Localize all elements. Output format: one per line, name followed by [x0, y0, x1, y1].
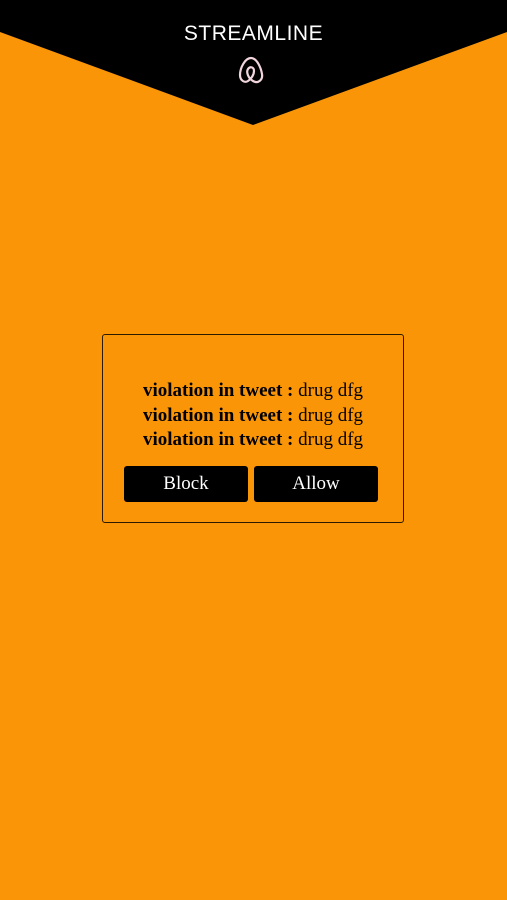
violation-value: drug dfg: [298, 404, 364, 426]
violation-dialog: violation in tweet : drug dfg violation …: [102, 334, 404, 523]
violation-label: violation in tweet :: [142, 429, 294, 450]
violation-list: violation in tweet : drug dfg violation …: [103, 379, 403, 453]
app-title: STREAMLINE: [183, 22, 324, 45]
violation-label: violation in tweet :: [142, 404, 294, 426]
violation-row: violation in tweet : drug dfg: [103, 428, 403, 453]
violation-row: violation in tweet : drug dfg: [103, 379, 403, 404]
violation-row: violation in tweet : drug dfg: [103, 404, 403, 429]
violation-value: drug dfg: [298, 429, 364, 450]
violation-label: violation in tweet :: [142, 380, 294, 401]
violation-value: drug dfg: [298, 380, 364, 401]
streamline-logo-icon: [238, 56, 264, 84]
app-header: STREAMLINE: [0, 0, 507, 126]
allow-button[interactable]: Allow: [254, 466, 378, 502]
block-button[interactable]: Block: [124, 466, 248, 502]
